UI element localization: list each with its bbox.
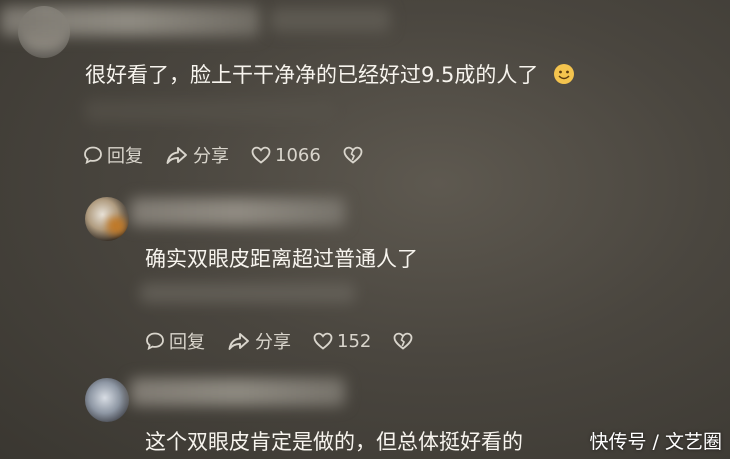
avatar[interactable] bbox=[85, 378, 129, 422]
blurred-text bbox=[140, 283, 355, 303]
heart-icon bbox=[251, 146, 271, 164]
share-button[interactable]: 分享 bbox=[165, 142, 229, 168]
dislike-button[interactable] bbox=[393, 332, 417, 350]
like-count: 152 bbox=[337, 330, 372, 352]
username-blurred[interactable] bbox=[0, 6, 260, 36]
username-blurred[interactable] bbox=[130, 378, 345, 406]
reply-button[interactable]: 回复 bbox=[145, 328, 205, 354]
like-count: 1066 bbox=[275, 144, 321, 166]
blurred-text bbox=[85, 100, 335, 122]
share-label: 分享 bbox=[255, 332, 291, 353]
share-arrow-icon bbox=[166, 147, 187, 164]
dislike-button[interactable] bbox=[343, 146, 367, 164]
broken-heart-icon bbox=[343, 146, 363, 164]
like-button[interactable]: 1066 bbox=[251, 145, 321, 166]
comment-text: 这个双眼皮肯定是做的，但总体挺好看的 bbox=[145, 430, 523, 454]
smile-emoji-icon bbox=[553, 63, 575, 90]
share-label: 分享 bbox=[193, 146, 229, 167]
share-button[interactable]: 分享 bbox=[227, 328, 291, 354]
comment-bubble-icon bbox=[146, 332, 164, 351]
like-button[interactable]: 152 bbox=[313, 331, 371, 352]
comment-actions: 回复 分享 152 bbox=[145, 328, 439, 354]
heart-icon bbox=[313, 332, 333, 350]
username-blurred-2 bbox=[270, 8, 390, 32]
broken-heart-icon bbox=[393, 332, 413, 350]
reply-label: 回复 bbox=[107, 146, 143, 167]
comment-actions: 回复 分享 1066 bbox=[83, 142, 389, 168]
reply-button[interactable]: 回复 bbox=[83, 142, 143, 168]
username-blurred[interactable] bbox=[130, 198, 345, 226]
comment-text: 很好看了，脸上干干净净的已经好过9.5成的人了 bbox=[85, 59, 575, 90]
watermark: 快传号 / 文艺圈 bbox=[589, 431, 722, 453]
reply-label: 回复 bbox=[169, 332, 205, 353]
comment-bubble-icon bbox=[84, 146, 102, 165]
share-arrow-icon bbox=[228, 333, 249, 350]
avatar[interactable] bbox=[85, 197, 129, 241]
comment-text: 确实双眼皮距离超过普通人了 bbox=[145, 247, 418, 271]
